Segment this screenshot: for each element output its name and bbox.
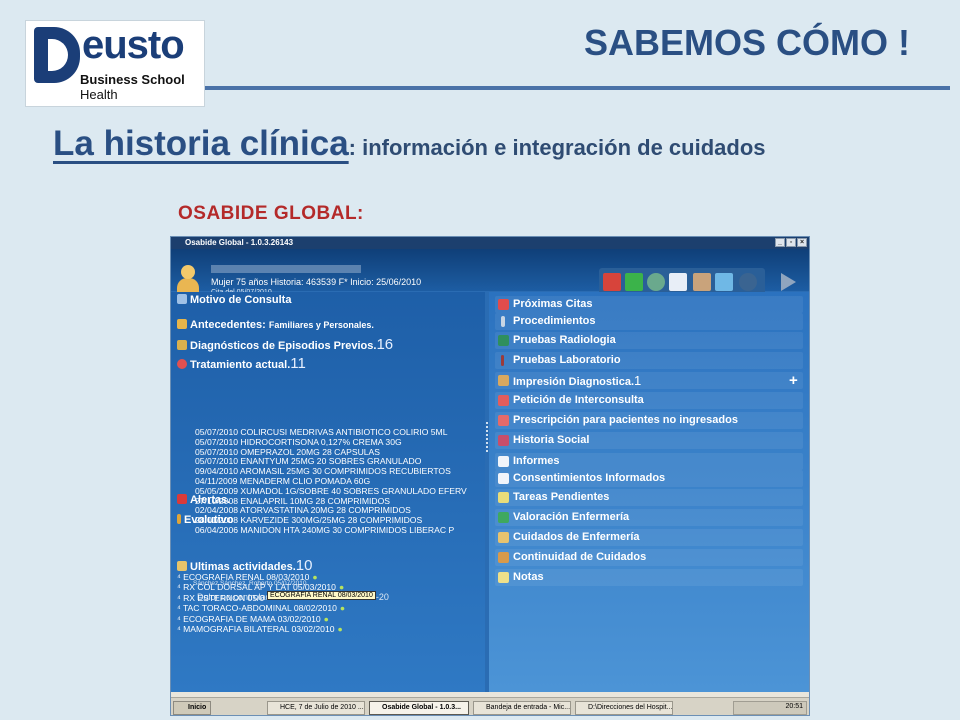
clipboard-icon xyxy=(177,294,187,304)
close-button[interactable]: × xyxy=(797,238,807,247)
menu-item-informes[interactable]: Informes xyxy=(495,453,803,470)
report-icon xyxy=(498,456,509,467)
taskbar-item[interactable]: Bandeja de entrada - Mic... xyxy=(473,701,571,715)
window-title: Osabide Global - 1.0.3.26143 xyxy=(185,238,294,247)
menu-item-consentimientos[interactable]: Consentimientos Informados xyxy=(495,470,803,487)
image-icon[interactable] xyxy=(715,273,733,291)
logo-subtitle-2: Health xyxy=(80,87,118,102)
continuity-icon xyxy=(498,552,509,563)
logo-word: eusto xyxy=(82,23,185,67)
evolutivo[interactable]: Evolutivo xyxy=(177,514,234,526)
list-item[interactable]: ⁴ ECOGRAFIA RENAL 08/03/2010 ● xyxy=(177,572,345,582)
add-button[interactable]: + xyxy=(789,372,798,389)
treatment-list: 05/07/2010 COLIRCUSI MEDRIVAS ANTIBIOTIC… xyxy=(195,427,467,536)
panel-splitter[interactable] xyxy=(486,422,488,452)
start-button[interactable]: Inicio xyxy=(173,701,212,715)
doctor-icon xyxy=(498,375,509,386)
activity-list: ⁴ ECOGRAFIA RENAL 08/03/2010 ● ⁴ RX COL D… xyxy=(177,572,345,634)
section-label: OSABIDE GLOBAL: xyxy=(178,203,364,224)
list-item[interactable]: 06/04/2006 MANIDON HTA 240MG 30 COMPRIMI… xyxy=(195,525,467,536)
referral-icon xyxy=(498,395,509,406)
menu-item-cuidados[interactable]: Cuidados de Enfermería xyxy=(495,529,803,546)
menu-item-proximas-citas[interactable]: Próximas Citas xyxy=(495,296,803,313)
maximize-button[interactable]: ▫ xyxy=(786,238,796,247)
menu-item-prescripcion[interactable]: Prescripción para pacientes no ingresado… xyxy=(495,412,803,429)
deusto-logo: eusto Business School Health xyxy=(25,20,205,107)
header-divider xyxy=(205,86,950,90)
calendar-icon[interactable] xyxy=(603,273,621,291)
bookmark-icon xyxy=(177,514,181,524)
social-icon xyxy=(498,435,509,446)
menu-item-historia-social[interactable]: Historia Social xyxy=(495,432,803,449)
menu-item-impresion[interactable]: Impresión Diagnostica.1 xyxy=(495,372,803,389)
menu-item-tareas[interactable]: Tareas Pendientes xyxy=(495,489,803,506)
menu-item-interconsulta[interactable]: Petición de Interconsulta xyxy=(495,392,803,409)
patient-info: Mujer 75 años Historia: 463539 F* Inicio… xyxy=(211,277,422,287)
user-icon[interactable] xyxy=(693,273,711,291)
window-titlebar: Osabide Global - 1.0.3.26143 _ ▫ × xyxy=(171,237,809,249)
diagnosticos[interactable]: Diagnósticos de Episodios Previos.16 xyxy=(177,336,393,353)
list-item[interactable]: ⁴ ECOGRAFIA DE MAMA 03/02/2010 ● xyxy=(177,614,345,624)
menu-item-valoracion[interactable]: Valoración Enfermería xyxy=(495,509,803,526)
tratamiento-actual[interactable]: Tratamiento actual.11 xyxy=(177,355,306,372)
notes-icon xyxy=(498,572,509,583)
patient-name-redacted xyxy=(211,265,361,273)
list-item[interactable]: ⁴ MAMOGRAFIA BILATERAL 03/02/2010 ● xyxy=(177,624,345,634)
consent-icon xyxy=(498,473,509,484)
family-icon xyxy=(177,319,187,329)
flask-icon xyxy=(498,335,509,346)
menu-item-laboratorio[interactable]: Pruebas Laboratorio xyxy=(495,352,803,369)
menu-item-notas[interactable]: Notas xyxy=(495,569,803,586)
syringe-icon xyxy=(501,316,505,327)
motivo-consulta[interactable]: Motivo de Consulta xyxy=(177,294,291,306)
pill-icon xyxy=(177,359,187,369)
prescription-icon xyxy=(498,415,509,426)
taskbar-item[interactable]: HCE, 7 de Julio de 2010 ... xyxy=(267,701,365,715)
antecedentes[interactable]: Antecedentes: Familiares y Personales. xyxy=(177,319,374,331)
test-tube-icon xyxy=(501,355,504,366)
taskbar: Inicio HCE, 7 de Julio de 2010 ... Osabi… xyxy=(171,697,809,715)
taskbar-item[interactable]: D:\Direcciones del Hospit... xyxy=(575,701,673,715)
app-window: Osabide Global - 1.0.3.26143 _ ▫ × Mujer… xyxy=(170,236,810,716)
document-icon[interactable] xyxy=(669,273,687,291)
task-icon xyxy=(498,492,509,503)
clock: 20:51 xyxy=(785,703,803,710)
gear-icon[interactable] xyxy=(739,273,757,291)
nurse-icon xyxy=(498,512,509,523)
right-panel: Próximas Citas Procedimientos Pruebas Ra… xyxy=(489,292,809,692)
title-main: La historia clínica xyxy=(53,124,349,163)
globe-icon[interactable] xyxy=(647,273,665,291)
care-icon xyxy=(498,532,509,543)
minimize-button[interactable]: _ xyxy=(775,238,785,247)
title-subtitle: : información e integración de cuidados xyxy=(348,135,766,160)
activity-icon xyxy=(177,561,187,571)
list-item[interactable]: ⁴ TAC TORACO-ABDOMINAL 08/02/2010 ● xyxy=(177,603,345,613)
slogan: SABEMOS CÓMO ! xyxy=(583,22,910,63)
logo-subtitle: Business School xyxy=(80,72,185,87)
patient-bar: Mujer 75 años Historia: 463539 F* Inicio… xyxy=(171,249,809,296)
calendar-icon xyxy=(498,299,509,310)
taskbar-item-active[interactable]: Osabide Global - 1.0.3... xyxy=(369,701,469,715)
menu-item-continuidad[interactable]: Continuidad de Cuidados xyxy=(495,549,803,566)
play-icon[interactable] xyxy=(781,273,796,291)
alertas[interactable]: Alertas. xyxy=(177,494,230,506)
logo-d-mark xyxy=(34,27,80,83)
check-icon[interactable] xyxy=(625,273,643,291)
slide-title: La historia clínica: información e integ… xyxy=(53,124,766,164)
menu-item-radiologia[interactable]: Pruebas Radiologia xyxy=(495,332,803,349)
alert-icon xyxy=(177,494,187,504)
menu-item-procedimientos[interactable]: Procedimientos xyxy=(495,313,803,330)
diagnosis-icon xyxy=(177,340,187,350)
tooltip: ECOGRAFIA RENAL 08/03/2010 xyxy=(267,591,376,600)
